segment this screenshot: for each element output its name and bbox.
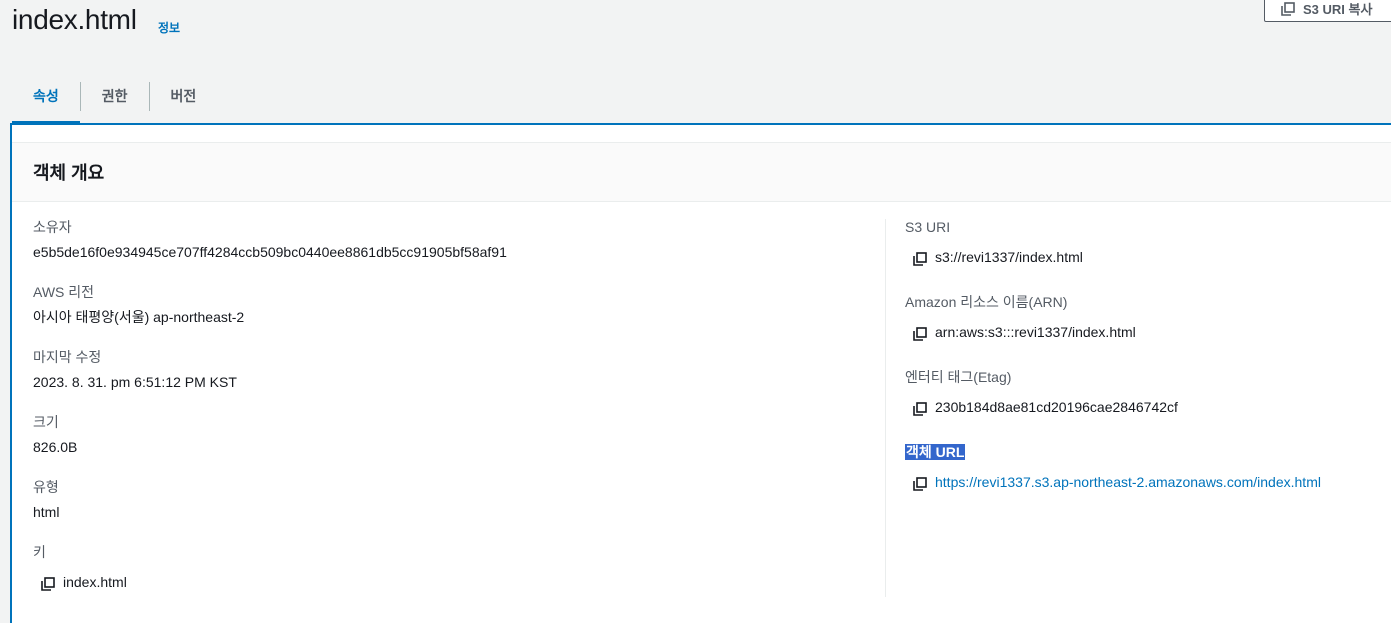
type-label: 유형 — [33, 479, 59, 495]
etag-field: 엔터티 태그(Etag) 230b184d8ae81cd20196cae2846… — [905, 367, 1178, 417]
object-url-field: 객체 URL https://revi1337.s3.ap-northeast-… — [905, 442, 1321, 492]
object-url-copy-row: https://revi1337.s3.ap-northeast-2.amazo… — [913, 472, 1321, 492]
object-overview-panel: 객체 개요 소유자 e5b5de16f0e934945ce707ff4284cc… — [10, 123, 1391, 623]
panel-title: 객체 개요 — [33, 163, 105, 183]
copy-s3-uri-label: S3 URI 복사 — [1303, 1, 1373, 17]
copy-icon[interactable] — [913, 401, 927, 416]
s3-uri-copy-row: s3://revi1337/index.html — [913, 247, 1083, 267]
copy-icon[interactable] — [41, 576, 55, 591]
etag-label: 엔터티 태그(Etag) — [905, 369, 1012, 385]
region-value: 아시아 태평양(서울) ap-northeast-2 — [33, 309, 245, 325]
last-modified-label: 마지막 수정 — [33, 349, 102, 365]
arn-field: Amazon 리소스 이름(ARN) arn:aws:s3:::revi1337… — [905, 292, 1136, 342]
arn-copy-row: arn:aws:s3:::revi1337/index.html — [913, 322, 1136, 342]
s3-uri-field: S3 URI s3://revi1337/index.html — [905, 217, 1083, 267]
last-modified-field: 마지막 수정 2023. 8. 31. pm 6:51:12 PM KST — [33, 347, 237, 392]
arn-value: arn:aws:s3:::revi1337/index.html — [935, 324, 1136, 340]
type-value: html — [33, 504, 60, 520]
region-label: AWS 리전 — [33, 284, 95, 300]
object-url-label: 객체 URL — [905, 444, 966, 460]
page-title: index.html — [12, 4, 137, 35]
size-field: 크기 826.0B — [33, 412, 77, 457]
info-link[interactable]: 정보 — [158, 19, 180, 36]
s3-uri-value: s3://revi1337/index.html — [935, 249, 1083, 265]
tab-properties[interactable]: 속성 — [12, 73, 80, 124]
arn-label: Amazon 리소스 이름(ARN) — [905, 294, 1068, 310]
column-divider — [885, 219, 886, 597]
etag-value: 230b184d8ae81cd20196cae2846742cf — [935, 399, 1178, 415]
size-value: 826.0B — [33, 439, 78, 455]
key-copy-row: index.html — [41, 572, 127, 592]
owner-value: e5b5de16f0e934945ce707ff4284ccb509bc0440… — [33, 244, 507, 260]
tab-bar: 속성 권한 버전 — [12, 73, 218, 124]
copy-s3-uri-button[interactable]: S3 URI 복사 — [1264, 0, 1391, 22]
panel-header: 객체 개요 — [12, 142, 1391, 202]
copy-icon[interactable] — [913, 326, 927, 341]
tab-versions[interactable]: 버전 — [150, 73, 218, 123]
region-field: AWS 리전 아시아 태평양(서울) ap-northeast-2 — [33, 282, 244, 327]
size-label: 크기 — [33, 414, 59, 430]
s3-uri-label: S3 URI — [905, 219, 951, 235]
owner-field: 소유자 e5b5de16f0e934945ce707ff4284ccb509bc… — [33, 217, 507, 262]
copy-icon[interactable] — [913, 251, 927, 266]
object-url-link[interactable]: https://revi1337.s3.ap-northeast-2.amazo… — [935, 472, 1321, 492]
tab-permissions[interactable]: 권한 — [81, 73, 149, 123]
owner-label: 소유자 — [33, 219, 72, 235]
object-url-label-wrap: 객체 URL — [905, 442, 1321, 462]
copy-icon — [1281, 1, 1295, 16]
key-value: index.html — [63, 574, 127, 590]
type-field: 유형 html — [33, 477, 59, 522]
key-field: 키 index.html — [33, 542, 127, 592]
key-label: 키 — [33, 544, 46, 560]
copy-icon[interactable] — [913, 476, 927, 491]
last-modified-value: 2023. 8. 31. pm 6:51:12 PM KST — [33, 374, 237, 390]
etag-copy-row: 230b184d8ae81cd20196cae2846742cf — [913, 397, 1178, 417]
